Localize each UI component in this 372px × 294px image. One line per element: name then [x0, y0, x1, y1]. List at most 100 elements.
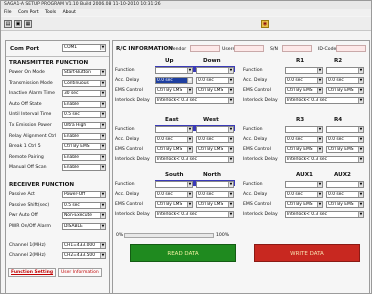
group-select-1[interactable]: 0.0 sec ▼ [155, 191, 193, 198]
group-select-2[interactable]: 0.0 sec ▼ [196, 77, 234, 84]
write-data-button[interactable]: WRITE DATA [254, 244, 360, 262]
channel-select-value: CH2=433.500 [64, 253, 95, 258]
group-select-1[interactable]: 0.0 sec ▼ [155, 136, 193, 143]
alarm-icon[interactable]: ◉ [261, 20, 269, 28]
group-select-2[interactable]: 0.0 sec ▼ [196, 136, 234, 143]
progress-start-label: 0% [116, 233, 124, 238]
setting-select[interactable]: Enable ▼ [62, 100, 106, 108]
group-select-2[interactable]: ▼ [326, 181, 364, 188]
group-select-1[interactable]: Ctrl By EMS ▼ [285, 201, 323, 208]
group-row-label: Function [115, 182, 135, 187]
group-select-2[interactable]: 0.0 sec ▼ [326, 136, 364, 143]
setting-label: Break 1 Ctrl 5 [9, 144, 41, 150]
group-select-1[interactable]: ▼ [155, 126, 193, 133]
group-select-wide[interactable]: Interlock< 0.3 sec ▼ [285, 211, 364, 218]
group-select-2[interactable]: ▼ [326, 126, 364, 133]
group-head: North [203, 172, 221, 178]
chevron-down-icon: ▼ [187, 192, 192, 197]
group-select-1-value: Ctrl By LMS [157, 88, 183, 93]
setting-select[interactable]: 0.5 sec ▼ [62, 111, 106, 119]
group-select-1[interactable]: ▼ [285, 181, 323, 188]
receiver-select[interactable]: DISABLE ▼ [62, 222, 106, 230]
receiver-select[interactable]: 0.5 sec ▼ [62, 201, 106, 209]
group-select-2[interactable]: Ctrl By EMS ▼ [326, 87, 364, 94]
setting-select[interactable]: Enable ▼ [62, 153, 106, 161]
group-row-label: Interlock Delay [243, 98, 278, 103]
print-icon[interactable]: ▦ [24, 20, 32, 28]
group-select-2[interactable]: Ctrl By LMS ▼ [196, 87, 234, 94]
group-select-2-value: 0.0 sec [198, 137, 214, 142]
save-icon[interactable]: ▣ [14, 20, 22, 28]
group-select-1[interactable]: Ctrl By LMS ▼ [155, 201, 193, 208]
group-select-2[interactable]: ▼ [326, 67, 364, 74]
group-select-1[interactable]: 0.0 sec ▼ [285, 191, 323, 198]
group-select-1[interactable]: 0.0 sec ▼ [155, 77, 193, 84]
receiver-select-value: DISABLE [64, 223, 83, 229]
menu-about[interactable]: About [63, 10, 76, 15]
open-icon[interactable]: ▤ [4, 20, 12, 28]
chevron-down-icon: ▼ [100, 133, 105, 139]
menu-file[interactable]: File [4, 10, 12, 15]
setting-select-value: Enable [64, 133, 79, 139]
group-select-2[interactable]: Ctrl By LMS ▼ [196, 146, 234, 153]
group-select-1[interactable]: Ctrl By EMS ▼ [285, 87, 323, 94]
group-select-2[interactable]: 0.0 sec ▼ [326, 191, 364, 198]
setting-select-value: Continuous [64, 80, 89, 86]
group-select-1[interactable]: Ctrl By LMS ▼ [155, 87, 193, 94]
group-select-1[interactable]: ▼ [285, 67, 323, 74]
setting-select[interactable]: Enable ▼ [62, 132, 106, 140]
setting-select[interactable]: Ctrl By EMS ▼ [62, 143, 106, 151]
group-select-wide[interactable]: Interlock< 0.3 sec ▼ [155, 156, 234, 163]
menu-com-port[interactable]: Com Port [18, 10, 39, 15]
group-select-2[interactable]: 0.0 sec ▼ [326, 77, 364, 84]
setting-select[interactable]: Ultra High ▼ [62, 122, 106, 129]
setting-label: Relay Alignment Ctrl [9, 133, 57, 139]
receiver-select[interactable]: Non-Execute ▼ [62, 212, 106, 220]
tab-user-information[interactable]: User Information [58, 268, 102, 277]
users-field[interactable] [234, 45, 264, 52]
read-data-button[interactable]: READ DATA [130, 244, 236, 262]
group-select-2[interactable]: Ctrl By LMS ▼ [196, 201, 234, 208]
setting-label: Remote Pairing [9, 154, 44, 160]
group-select-1[interactable]: Ctrl By EMS ▼ [285, 146, 323, 153]
chevron-down-icon: ▼ [228, 88, 233, 93]
group-select-wide[interactable]: Interlock< 0.3 sec ▼ [155, 97, 234, 104]
group-select-2[interactable]: Ctrl By EMS ▼ [326, 201, 364, 208]
setting-label: Power On Mode [9, 70, 45, 75]
group-select-1[interactable]: 0.0 sec ▼ [285, 136, 323, 143]
group-select-2[interactable]: ▼ [196, 67, 234, 74]
group-select-2[interactable]: Ctrl By EMS ▼ [326, 146, 364, 153]
receiver-title: RECEIVER FUNCTION [9, 182, 75, 188]
sn-field[interactable] [282, 45, 312, 52]
menu-tools[interactable]: Tools [45, 10, 56, 15]
group-select-wide-value: Interlock< 0.3 sec [157, 212, 198, 217]
channel-select[interactable]: CH2=433.500 ▼ [62, 252, 106, 259]
setting-select[interactable]: Continuous ▼ [62, 79, 106, 87]
group-select-wide[interactable]: Interlock< 0.3 sec ▼ [155, 211, 234, 218]
group-select-1[interactable]: 0.0 sec ▼ [285, 77, 323, 84]
group-select-1[interactable]: ▼ [155, 181, 193, 188]
group-select-wide[interactable]: Interlock< 0.3 sec ▼ [285, 156, 364, 163]
com-port-select[interactable]: COM1 ▼ [62, 44, 106, 52]
group-row-label: Interlock Delay [243, 157, 278, 162]
setting-select[interactable]: 30 sec ▼ [62, 90, 106, 98]
group-row-label: Acc. Delay [243, 137, 268, 142]
setting-select[interactable]: Start-Button ▼ [62, 69, 106, 76]
chevron-down-icon: ▼ [317, 182, 322, 187]
chevron-down-icon: ▼ [317, 127, 322, 132]
receiver-select[interactable]: Power-Off ▼ [62, 191, 106, 198]
vendor-field[interactable] [190, 45, 220, 52]
group-select-wide-value: Interlock< 0.3 sec [157, 157, 198, 162]
setting-select[interactable]: Enable ▼ [62, 164, 106, 172]
group-select-wide[interactable]: Interlock< 0.3 sec ▼ [285, 97, 364, 104]
group-select-1[interactable]: Ctrl By LMS ▼ [155, 146, 193, 153]
id-code-field[interactable] [336, 45, 366, 52]
progress-end-label: 100% [216, 233, 230, 238]
group-select-1[interactable]: ▼ [285, 126, 323, 133]
group-select-2[interactable]: 0.0 sec ▼ [196, 191, 234, 198]
channel-select[interactable]: CH1=433.000 ▼ [62, 242, 106, 249]
group-select-2[interactable]: ▼ [196, 181, 234, 188]
group-select-1[interactable]: ▼ [155, 67, 193, 74]
tab-function-setting[interactable]: Function Setting [8, 268, 57, 277]
group-select-2[interactable]: ▼ [196, 126, 234, 133]
